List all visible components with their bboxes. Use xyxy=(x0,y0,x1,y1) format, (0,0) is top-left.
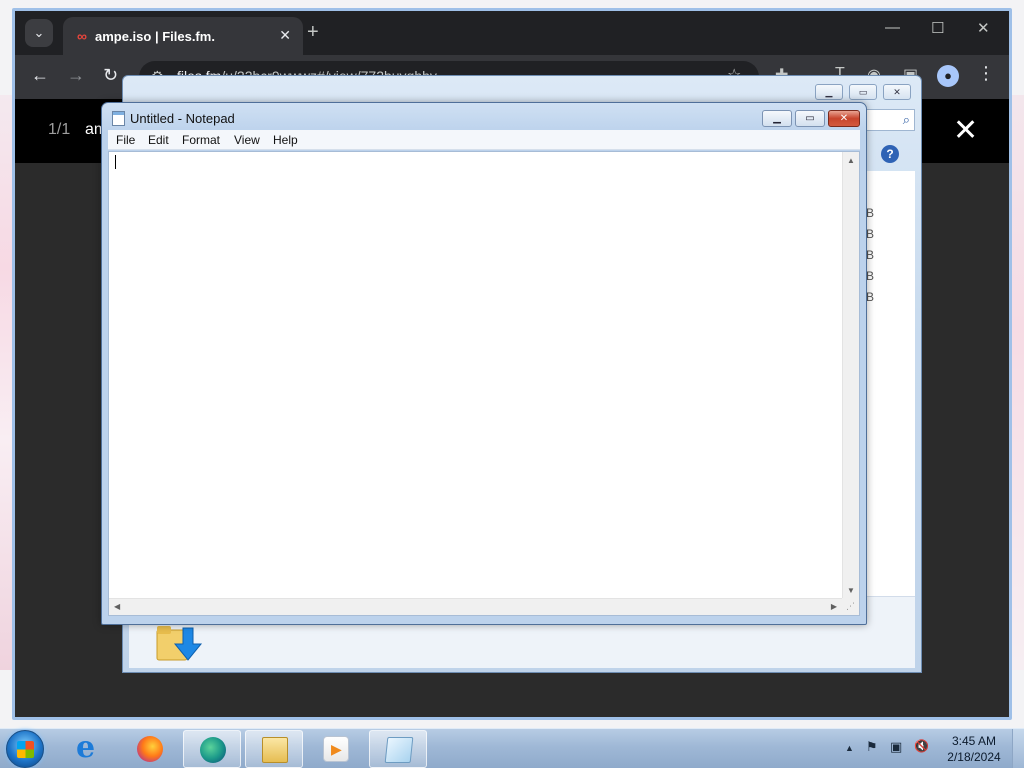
folder-download-icon xyxy=(156,626,203,661)
resize-grip-icon[interactable]: ⋰ xyxy=(842,598,859,615)
browser-titlebar: ⌄ ∞ ampe.iso | Files.fm. ✕ + — ☐ ✕ xyxy=(15,11,1009,55)
tab-close-icon[interactable]: ✕ xyxy=(279,27,291,44)
file-size-cell: B xyxy=(866,269,875,283)
file-explorer-icon xyxy=(262,737,288,763)
taskbar-ie-button[interactable]: e xyxy=(60,730,118,768)
network-icon[interactable]: ▣ xyxy=(890,739,902,755)
file-size-cell: B xyxy=(866,227,875,241)
notepad-menubar: File Edit Format View Help xyxy=(108,130,860,150)
viewer-counter: 1/1 xyxy=(48,121,71,138)
volume-muted-icon[interactable]: 🔇 xyxy=(914,739,929,753)
menu-view[interactable]: View xyxy=(234,133,260,147)
tab-title: ampe.iso | Files.fm. xyxy=(94,28,215,44)
notepad-close-button[interactable]: ✕ xyxy=(828,110,860,127)
menu-format[interactable]: Format xyxy=(182,133,220,147)
viewer-close-icon[interactable]: ✕ xyxy=(953,113,978,148)
window-minimize-button[interactable]: — xyxy=(885,19,900,36)
dialog-search-input[interactable]: ⌕ xyxy=(863,109,915,131)
desktop-wallpaper-left xyxy=(0,95,12,670)
windows-start-icon[interactable] xyxy=(6,730,44,768)
file-size-cell: B xyxy=(866,206,875,220)
taskbar-media-player-button[interactable] xyxy=(307,730,365,768)
filesfm-logo-icon: ∞ xyxy=(77,28,87,44)
media-player-icon xyxy=(323,736,349,762)
text-caret xyxy=(115,155,116,169)
show-desktop-button[interactable] xyxy=(1012,729,1024,768)
dialog-close-button[interactable]: ✕ xyxy=(883,84,911,100)
clock-time: 3:45 AM xyxy=(951,734,997,748)
vertical-scrollbar[interactable]: ▲ ▼ xyxy=(842,152,859,599)
file-size-cell: B xyxy=(866,248,875,262)
tab-search-button[interactable]: ⌄ xyxy=(25,19,53,47)
horizontal-scrollbar[interactable]: ◀ ▶ xyxy=(109,598,842,615)
forward-arrow-icon[interactable]: → xyxy=(67,65,85,86)
taskbar-firefox-button[interactable] xyxy=(121,730,179,768)
desktop-wallpaper-right xyxy=(1012,95,1024,670)
notepad-icon xyxy=(384,737,414,763)
new-tab-button[interactable]: + xyxy=(307,21,319,44)
notepad-minimize-button[interactable]: ▁ xyxy=(762,110,792,127)
firefox-icon xyxy=(137,736,163,762)
scroll-right-icon[interactable]: ▶ xyxy=(831,602,837,611)
profile-icon[interactable]: ● xyxy=(937,65,959,87)
dialog-minimize-button[interactable]: ▁ xyxy=(815,84,843,100)
taskbar-explorer-button[interactable] xyxy=(245,730,303,768)
scroll-up-icon[interactable]: ▲ xyxy=(847,156,855,165)
menu-dots-icon[interactable]: ⋮ xyxy=(977,63,995,84)
dialog-maximize-button[interactable]: ▭ xyxy=(849,84,877,100)
clock-date: 2/18/2024 xyxy=(947,750,1001,764)
notepad-text-area[interactable]: ▲ ▼ ◀ ▶ ⋰ xyxy=(108,151,860,616)
search-icon: ⌕ xyxy=(902,112,910,127)
edge-icon xyxy=(200,737,226,763)
taskbar-edge-button[interactable] xyxy=(183,730,241,768)
back-arrow-icon[interactable]: ← xyxy=(31,65,49,86)
notepad-icon xyxy=(112,111,125,126)
flag-icon[interactable]: ⚑ xyxy=(866,739,878,755)
notepad-title: Untitled - Notepad xyxy=(130,111,235,126)
window-close-button[interactable]: ✕ xyxy=(977,19,990,37)
menu-edit[interactable]: Edit xyxy=(148,133,169,147)
scroll-left-icon[interactable]: ◀ xyxy=(114,602,120,611)
notepad-maximize-button[interactable]: ▭ xyxy=(795,110,825,127)
menu-file[interactable]: File xyxy=(116,133,135,147)
scroll-down-icon[interactable]: ▼ xyxy=(847,586,855,595)
internet-explorer-icon: e xyxy=(76,730,96,765)
clock[interactable]: 3:45 AM 2/18/2024 xyxy=(940,733,1008,765)
window-maximize-button[interactable]: ☐ xyxy=(931,19,944,37)
taskbar: e ▲ ⚑ ▣ 🔇 3:45 AM 2/18/2024 xyxy=(0,728,1024,768)
browser-tab[interactable]: ∞ ampe.iso | Files.fm. ✕ xyxy=(63,17,303,55)
reload-icon[interactable]: ↻ xyxy=(103,65,118,86)
notepad-window: Untitled - Notepad ▁ ▭ ✕ File Edit Forma… xyxy=(101,102,867,625)
menu-help[interactable]: Help xyxy=(273,133,298,147)
file-size-cell: B xyxy=(866,290,875,304)
help-icon[interactable]: ? xyxy=(881,145,899,163)
show-hidden-icons-icon[interactable]: ▲ xyxy=(845,743,854,753)
taskbar-notepad-button[interactable] xyxy=(369,730,427,768)
